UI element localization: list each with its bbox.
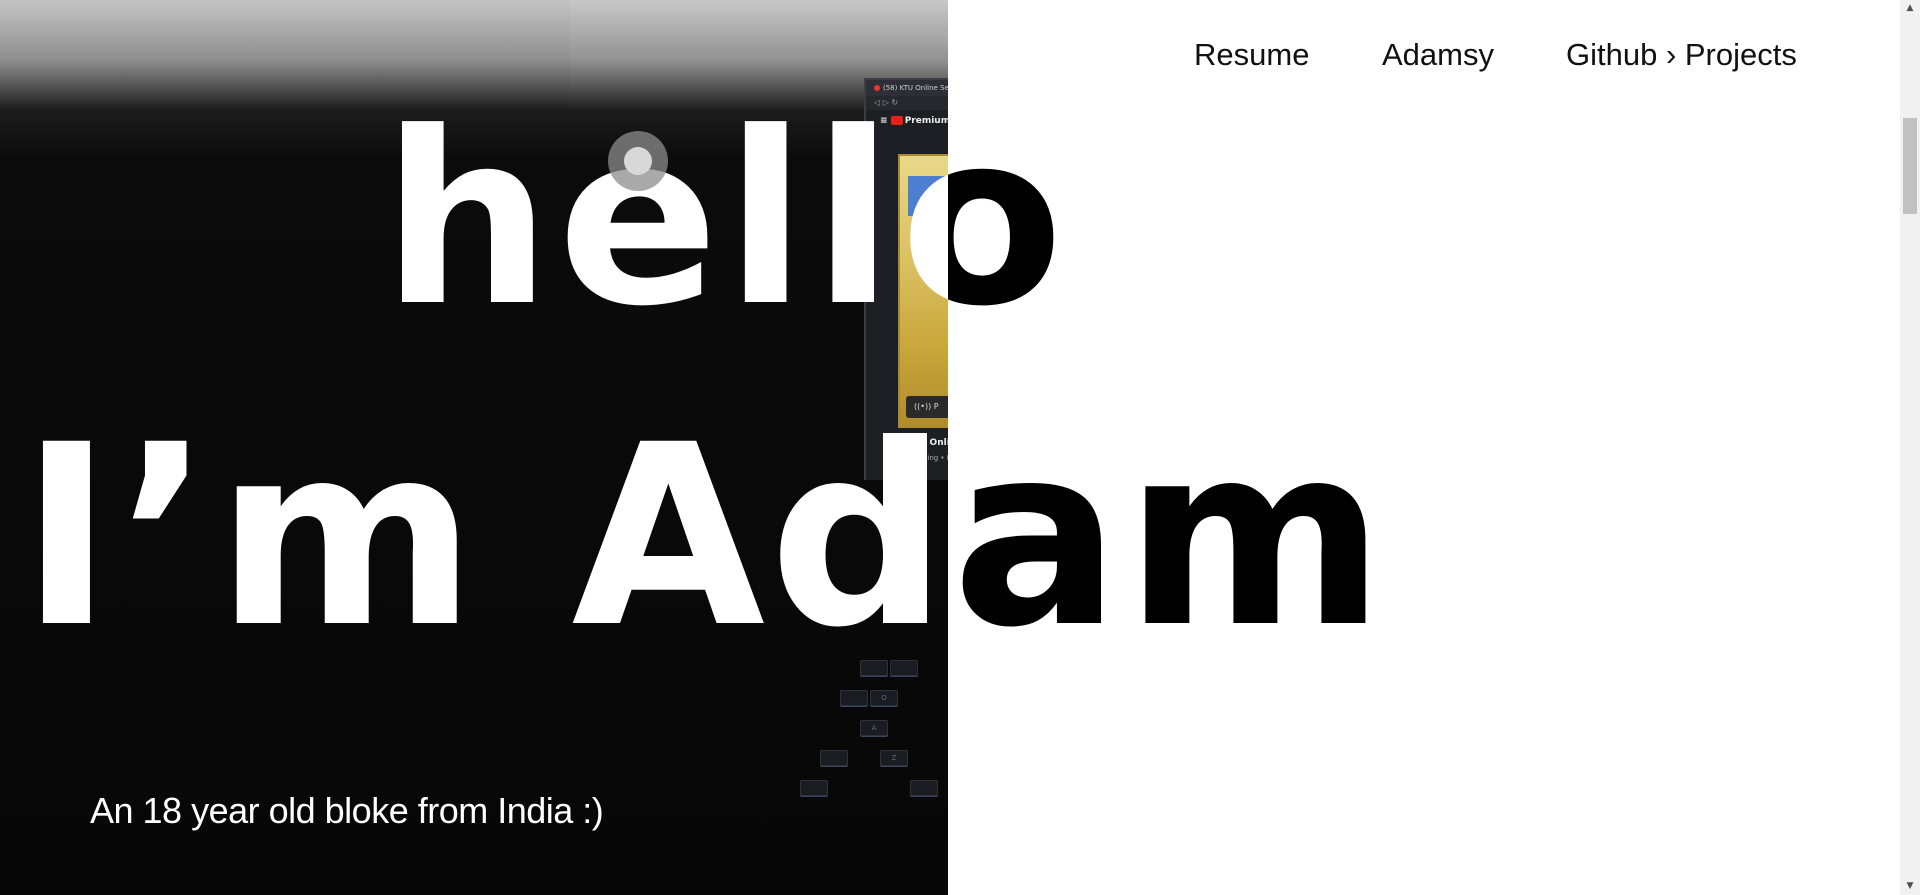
nav-link-adamsy[interactable]: Adamsy xyxy=(1382,37,1494,73)
scroll-up-arrow-icon[interactable]: ▲ xyxy=(1900,0,1920,17)
hero-subtitle: An 18 year old bloke from India :) xyxy=(90,790,604,831)
page: (58) KTU Online Semest ◁ ▷ ↻ ≡ Premium (… xyxy=(0,0,1920,895)
nav-link-github-projects[interactable]: Github › Projects xyxy=(1566,37,1797,73)
scroll-down-arrow-icon[interactable]: ▼ xyxy=(1900,878,1920,895)
nav-link-resume[interactable]: Resume xyxy=(1194,37,1309,73)
cursor-dot xyxy=(624,147,652,175)
scrollbar[interactable]: ▲ ▼ xyxy=(1900,0,1920,895)
scrollbar-thumb[interactable] xyxy=(1903,118,1917,214)
